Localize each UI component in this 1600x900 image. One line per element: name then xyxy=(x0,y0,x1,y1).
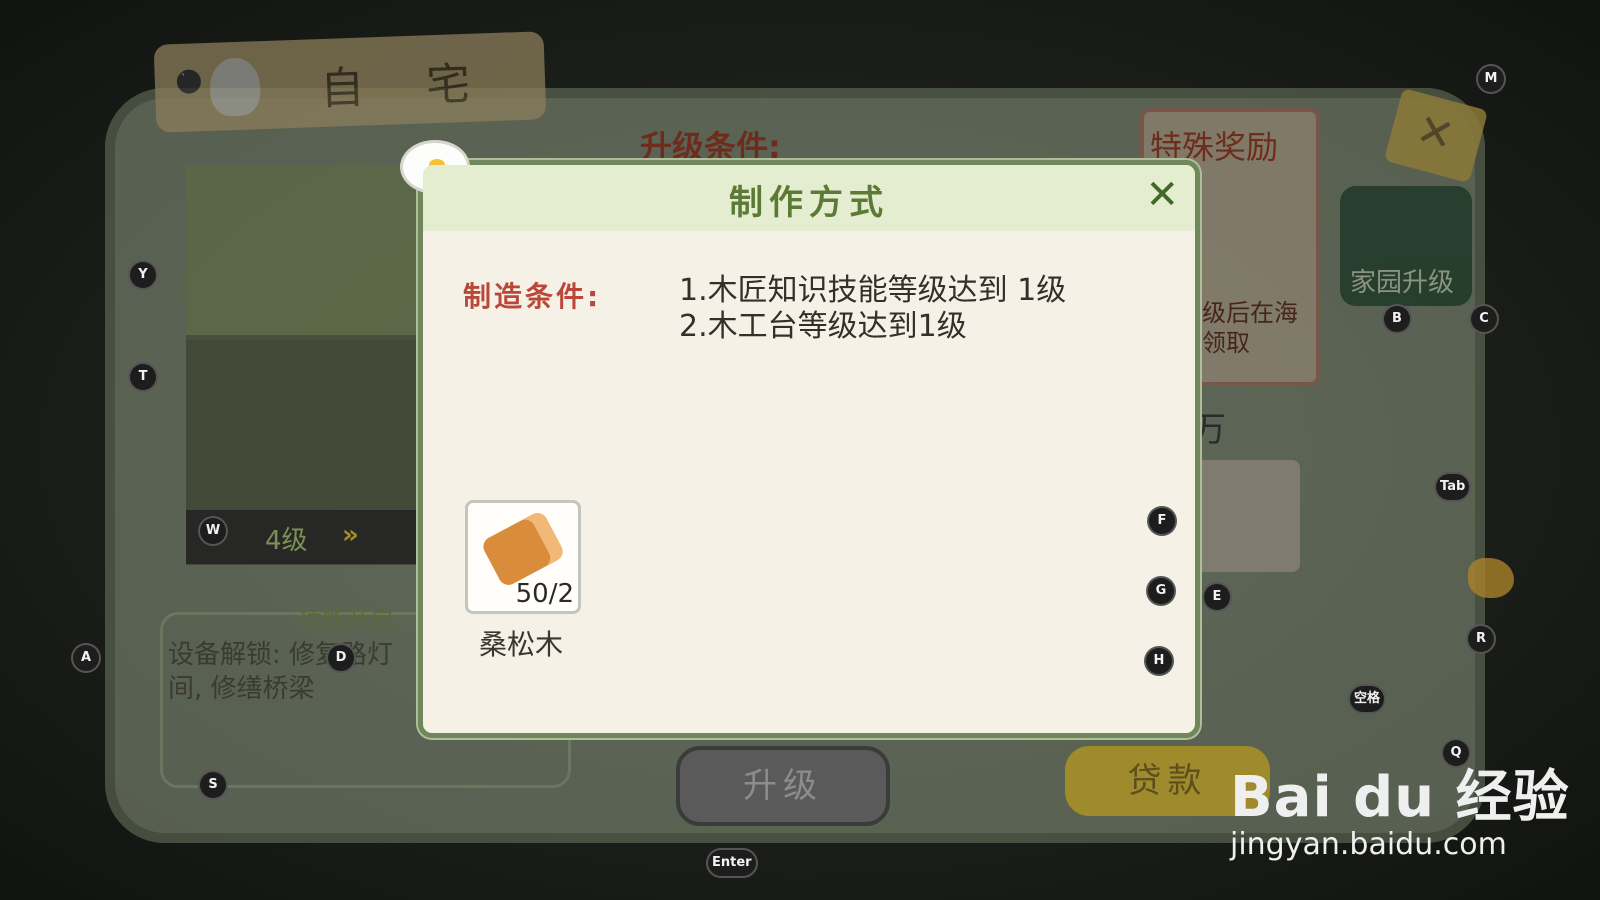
key-hint-e: E xyxy=(1204,584,1230,610)
key-hint-a: A xyxy=(73,645,99,671)
home-preview-image xyxy=(186,165,416,565)
mascot-icon xyxy=(209,57,262,117)
home-upgrade-label: 家园升级 xyxy=(1350,268,1455,298)
amount-field[interactable] xyxy=(1190,460,1300,572)
preview-top-image xyxy=(186,165,416,335)
condition-item: 1.木匠知识技能等级达到 1级 xyxy=(679,273,1067,308)
key-hint-m: M xyxy=(1478,66,1504,92)
watermark-brand: Bai du 经验 xyxy=(1230,765,1570,830)
key-hint-r: R xyxy=(1468,626,1494,652)
home-title: 自 宅 xyxy=(319,57,496,116)
key-hint-g: G xyxy=(1148,578,1174,604)
key-hint-tab: Tab xyxy=(1436,474,1470,500)
condition-label: 制造条件: xyxy=(463,280,602,313)
key-hint-enter: Enter xyxy=(708,850,756,876)
function-open-title: 功能开启 xyxy=(298,606,394,634)
material-item-card[interactable]: 50/2 xyxy=(465,500,581,614)
pin-key-hint: ` xyxy=(180,71,188,86)
key-hint-d: D xyxy=(328,645,354,671)
wood-log-icon xyxy=(479,509,567,589)
condition-list: 1.木匠知识技能等级达到 1级 2.木工台等级达到1级 xyxy=(679,273,1066,345)
material-count: 50/2 xyxy=(515,579,574,609)
key-hint-h: H xyxy=(1146,648,1172,674)
key-hint-w: W xyxy=(200,518,226,544)
close-icon[interactable]: ✕ xyxy=(1145,175,1179,215)
key-hint-y: Y xyxy=(130,262,156,288)
upgrade-button[interactable]: 升级 xyxy=(676,746,890,826)
key-hint-c: C xyxy=(1471,306,1497,332)
key-hint-s: S xyxy=(200,772,226,798)
home-upgrade-button[interactable]: 家园升级 xyxy=(1340,186,1472,306)
material-name: 桑松木 xyxy=(478,628,563,661)
baidu-watermark: Bai du 经验 jingyan.baidu.com xyxy=(1230,752,1570,862)
home-sign: ` 自 宅 xyxy=(153,31,547,133)
modal-header: 制作方式 ✕ xyxy=(423,165,1195,231)
crafting-modal: 制作方式 ✕ 制造条件: 1.木匠知识技能等级达到 1级 2.木工台等级达到1级… xyxy=(403,143,1200,738)
level-arrows-icon[interactable]: » xyxy=(342,520,359,550)
key-hint-f: F xyxy=(1149,508,1175,534)
key-hint-b: B xyxy=(1384,306,1410,332)
function-text: 设备解锁: 修复路灯间, 修缮桥梁 xyxy=(168,640,394,704)
key-hint-space: 空格 xyxy=(1350,686,1385,712)
key-hint-t: T xyxy=(130,364,156,390)
modal-title: 制作方式 xyxy=(729,183,889,223)
flower-decoration xyxy=(1468,558,1514,598)
pin-icon: ` xyxy=(176,69,202,95)
level-text: 4级 xyxy=(265,526,308,556)
condition-item: 2.木工台等级达到1级 xyxy=(679,309,967,344)
upgrade-button-label: 升级 xyxy=(743,766,823,806)
